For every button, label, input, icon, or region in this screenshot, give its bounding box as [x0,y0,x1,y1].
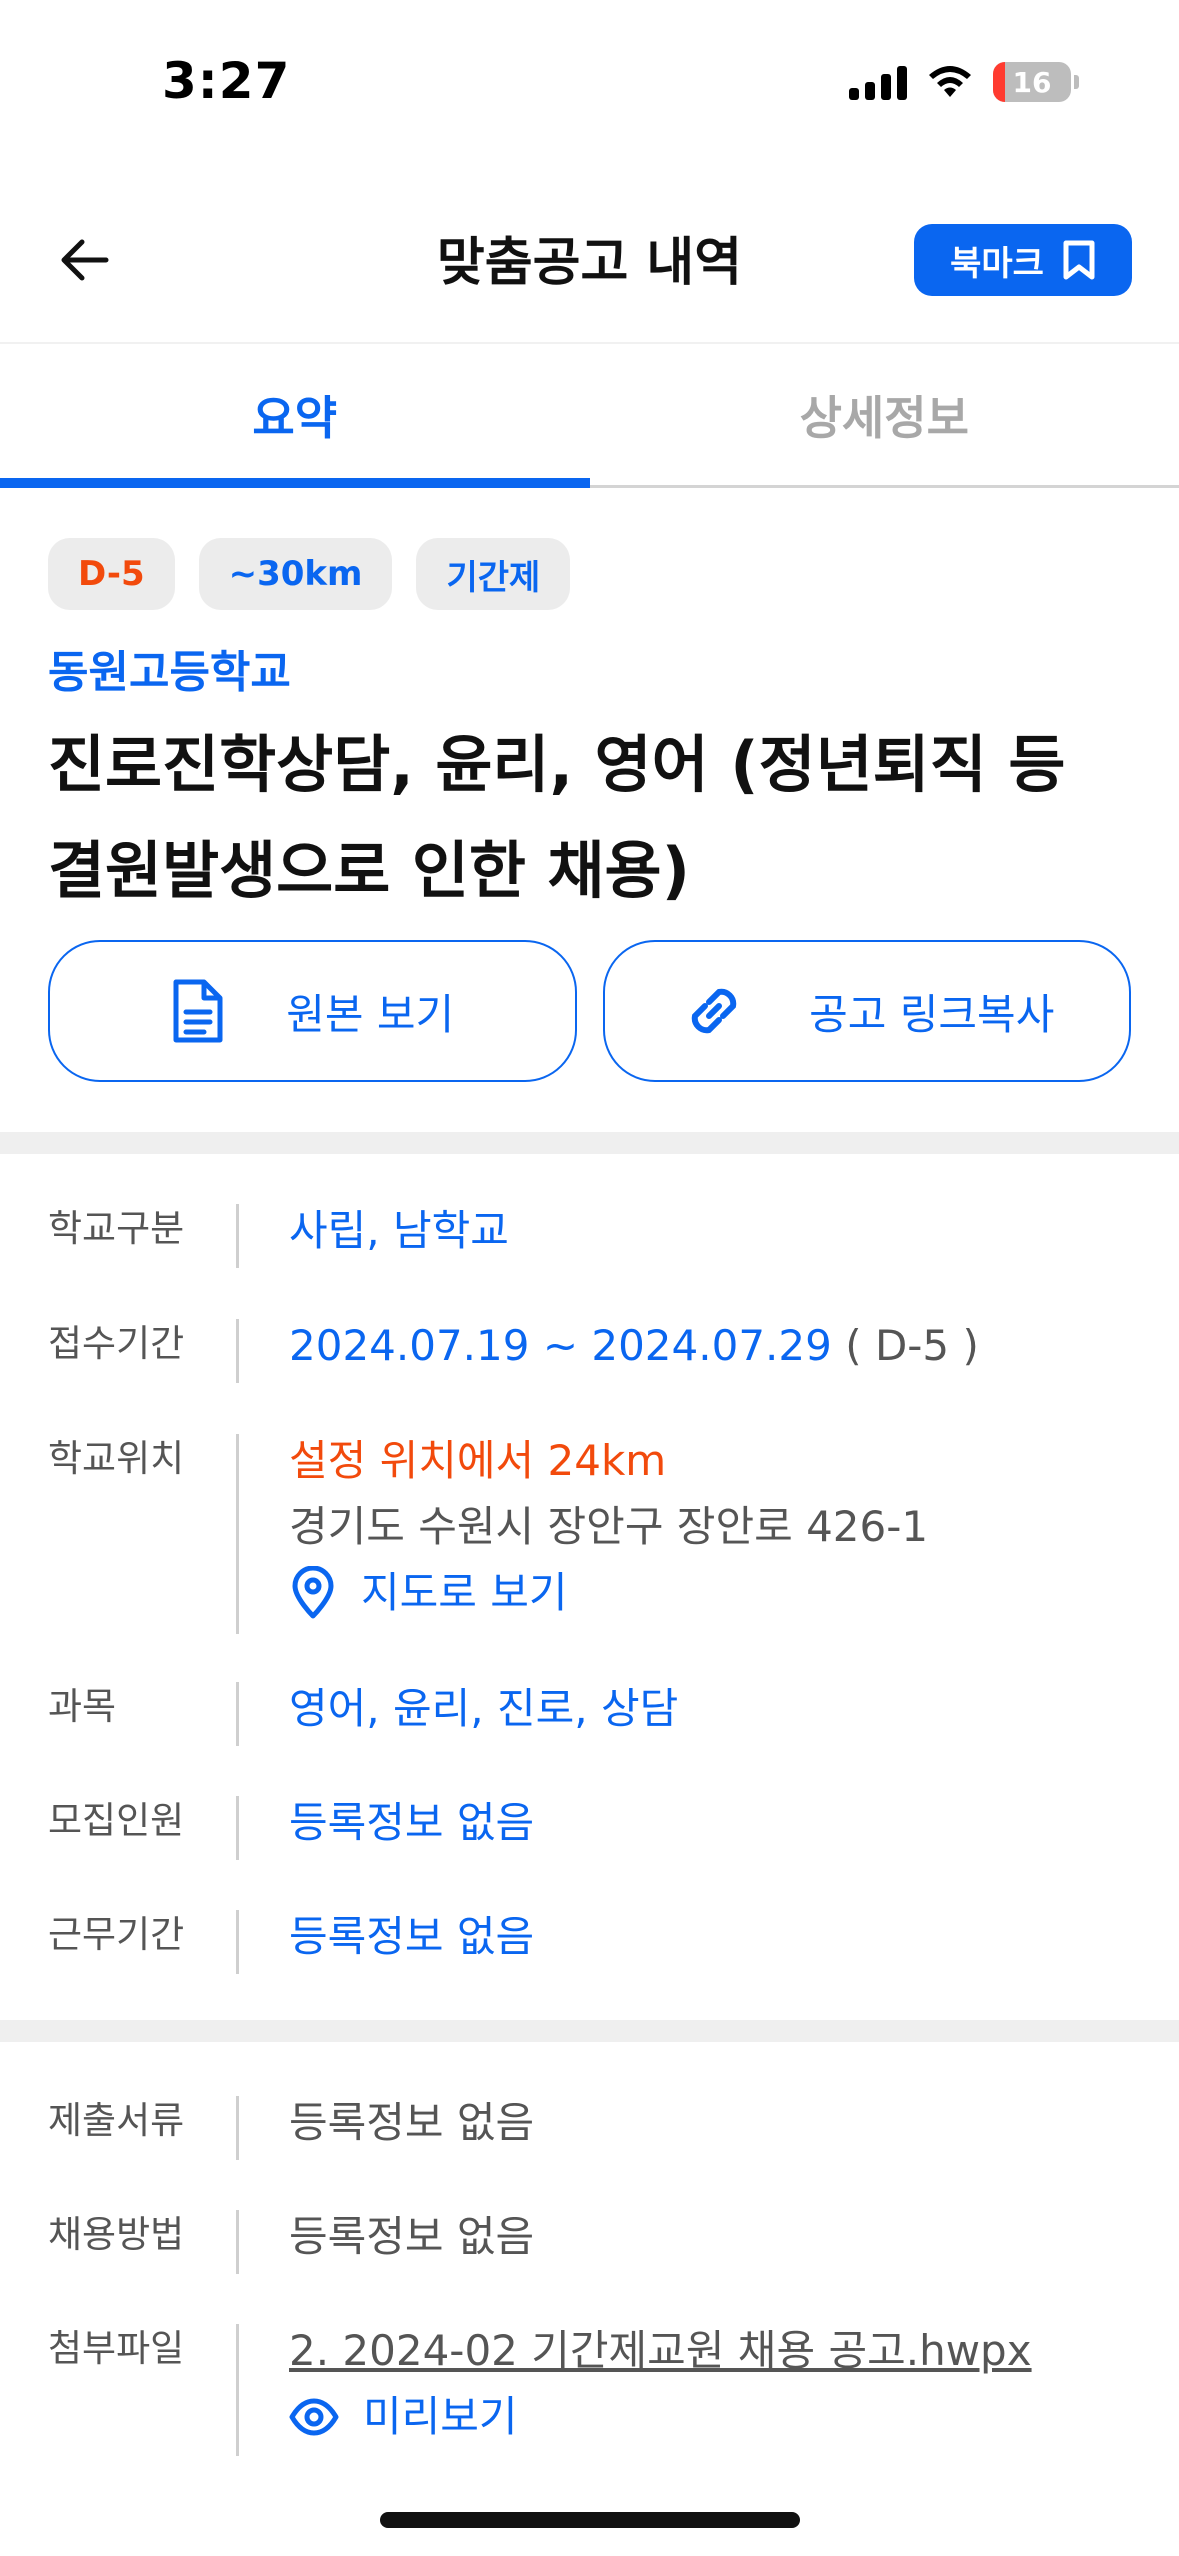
view-map-link[interactable]: 지도로 보기 [289,1560,928,1626]
status-icons: 16 [849,62,1079,102]
info-label: 접수기간 [48,1322,185,1365]
bookmark-button[interactable]: 북마크 [914,224,1132,296]
location-address: 경기도 수원시 장안구 장안로 426-1 [289,1502,929,1551]
period-dates: 2024.07.19 ~ 2024.07.29 [289,1321,832,1370]
signal-icon [849,64,907,100]
tag-chips: D-5 ~30km 기간제 [48,538,571,610]
document-icon [173,979,223,1043]
info-label: 채용방법 [48,2213,185,2256]
bookmark-icon [1063,240,1095,280]
attachment-file-link[interactable]: 2. 2024-02 기간제교원 채용 공고.hwpx [289,2318,1032,2384]
dday-chip: D-5 [48,538,175,610]
status-bar: 3:27 16 [0,0,1179,170]
info-label: 첨부파일 [48,2327,185,2370]
view-original-button[interactable]: 원본 보기 [48,940,577,1082]
info-label: 학교위치 [48,1437,185,1480]
view-original-label: 원본 보기 [286,989,455,1039]
status-time: 3:27 [162,52,291,110]
section-divider [0,2020,1179,2042]
wifi-icon [929,66,971,97]
info-label: 제출서류 [48,2099,185,2142]
info-value: 설정 위치에서 24km 경기도 수원시 장안구 장안로 426-1 지도로 보… [289,1428,928,1626]
info-value: 등록정보 없음 [289,2098,535,2147]
info-label: 학교구분 [48,1207,185,1250]
info-value: 등록정보 없음 [289,1912,535,1961]
info-value: 2024.07.19 ~ 2024.07.29 ( D-5 ) [289,1313,979,1379]
info-value: 등록정보 없음 [289,1798,535,1847]
info-label: 모집인원 [48,1799,185,1842]
period-dday: ( D-5 ) [845,1321,979,1370]
action-row: 원본 보기 공고 링크복사 [48,940,1131,1082]
info-value: 영어, 윤리, 진로, 상담 [289,1684,679,1733]
bookmark-label: 북마크 [950,243,1044,284]
info-value: 사립, 남학교 [289,1206,509,1255]
employment-type-chip: 기간제 [416,538,571,610]
tab-summary[interactable]: 요약 [0,344,590,488]
copy-link-label: 공고 링크복사 [809,989,1055,1039]
home-indicator [380,2512,800,2528]
info-value: 등록정보 없음 [289,2212,535,2261]
header: 맞춤공고 내역 북마크 [0,190,1179,340]
map-pin-icon [292,1566,334,1619]
copy-link-button[interactable]: 공고 링크복사 [602,940,1131,1082]
info-label: 근무기간 [48,1913,185,1956]
preview-label: 미리보기 [363,2392,518,2441]
view-map-label: 지도로 보기 [361,1568,568,1617]
info-value: 2. 2024-02 기간제교원 채용 공고.hwpx 미리보기 [289,2318,1032,2450]
location-distance: 설정 위치에서 24km [289,1436,667,1485]
link-icon [691,988,737,1034]
distance-chip: ~30km [198,538,393,610]
tab-details[interactable]: 상세정보 [590,344,1179,485]
battery-icon: 16 [993,62,1071,102]
battery-level: 16 [1012,65,1052,99]
tab-bar: 요약 상세정보 [0,342,1179,488]
post-title: 진로진학상담, 윤리, 영어 (정년퇴직 등 결원발생으로 인한 채용) [48,728,1066,907]
eye-icon [289,2398,339,2436]
info-label: 과목 [48,1685,117,1728]
preview-link[interactable]: 미리보기 [289,2384,1032,2450]
section-divider [0,1132,1179,1154]
school-name: 동원고등학교 [48,647,291,698]
